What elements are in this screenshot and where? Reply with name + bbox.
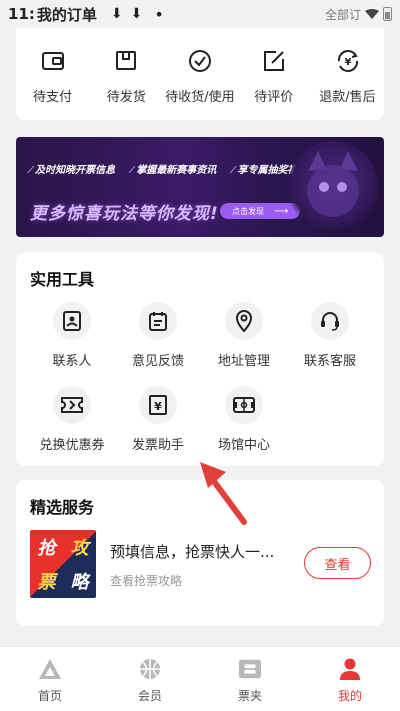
- tab-label: 票夹: [237, 689, 262, 703]
- tool-address[interactable]: 地址管理: [198, 302, 290, 369]
- tool-label: 联系人: [52, 354, 92, 369]
- poster-char: 攻: [70, 538, 89, 559]
- venue-icon: [225, 386, 263, 424]
- download-icon: ⬇⬇: [110, 6, 151, 22]
- feedback-icon: [139, 302, 177, 340]
- tool-redeem-coupon[interactable]: 兑换优惠券: [26, 386, 118, 453]
- tab-label: 我的: [337, 689, 362, 703]
- services-section-title: 精选服务: [30, 498, 95, 517]
- banner-tag: 及时知晓开票信息: [30, 161, 115, 176]
- coupon-icon: [53, 386, 91, 424]
- order-pending-review[interactable]: 待评价: [237, 48, 310, 120]
- order-label: 待收货/使用: [165, 90, 235, 105]
- tab-label: 首页: [37, 689, 62, 703]
- mascot-illustration: [288, 141, 378, 233]
- status-time: 11:: [8, 5, 35, 23]
- tool-label: 发票助手: [131, 438, 184, 453]
- person-icon: [338, 657, 362, 681]
- svg-text:¥: ¥: [154, 400, 162, 413]
- tool-customer-service[interactable]: 联系客服: [284, 302, 376, 369]
- tool-feedback[interactable]: 意见反馈: [112, 302, 204, 369]
- order-pending-receipt[interactable]: 待收货/使用: [164, 48, 237, 120]
- tool-label: 联系客服: [303, 354, 356, 369]
- banner-tags: 及时知晓开票信息 掌握最新赛事资讯 享专属抽奖福利: [30, 161, 307, 176]
- status-carrier: 全部订: [324, 7, 361, 22]
- arrow-right-icon: ⟶: [274, 205, 289, 217]
- order-label: 待评价: [254, 90, 294, 105]
- home-logo-icon: [38, 657, 62, 681]
- headset-icon: [311, 302, 349, 340]
- tool-label: 意见反馈: [131, 354, 184, 369]
- tab-ticket-wallet[interactable]: 票夹: [200, 647, 300, 711]
- contact-card-icon: [53, 302, 91, 340]
- order-label: 待支付: [32, 90, 72, 105]
- notification-dot: •: [154, 4, 164, 24]
- battery-icon: [383, 7, 392, 21]
- ticket-guide-poster[interactable]: 抢 攻 票 略: [30, 530, 96, 598]
- location-pin-icon: [225, 302, 263, 340]
- poster-char: 抢: [37, 538, 56, 559]
- page-title: 我的订单: [36, 5, 97, 24]
- tool-label: 地址管理: [217, 354, 270, 369]
- ticket-wallet-icon: [238, 657, 262, 681]
- banner-tag: 掌握最新赛事资讯: [131, 161, 216, 176]
- poster-char: 票: [37, 572, 56, 593]
- order-pending-payment[interactable]: 待支付: [16, 48, 89, 120]
- invoice-icon: ¥: [139, 386, 177, 424]
- order-refund[interactable]: ¥ 退款/售后: [311, 48, 384, 120]
- edit-icon: [261, 48, 287, 74]
- poster-char: 略: [70, 572, 89, 593]
- tool-invoice-assistant[interactable]: ¥ 发票助手: [112, 386, 204, 453]
- tab-label: 会员: [137, 689, 162, 703]
- wallet-icon: [40, 48, 66, 74]
- tool-label: 兑换优惠券: [39, 438, 105, 453]
- tool-label: 场馆中心: [217, 438, 270, 453]
- status-right: 全部订: [325, 6, 392, 23]
- promo-banner[interactable]: 及时知晓开票信息 掌握最新赛事资讯 享专属抽奖福利 更多惊喜玩法等你发现! 点击…: [16, 137, 384, 237]
- tool-venue-center[interactable]: 场馆中心: [198, 386, 290, 453]
- bottom-tab-bar: 首页 会员 票夹 我的: [0, 646, 400, 711]
- order-label: 退款/售后: [319, 90, 376, 105]
- tab-mine[interactable]: 我的: [300, 647, 400, 711]
- service-title: 预填信息，抢票快人一...: [110, 543, 275, 561]
- tool-contacts[interactable]: 联系人: [26, 302, 118, 369]
- tools-section-title: 实用工具: [30, 270, 95, 289]
- tools-card: 实用工具 联系人 意见反馈 地址管理 联系客服 兑换优惠券 ¥ 发票助手 场馆中…: [16, 252, 384, 466]
- order-status-card: 待支付 待发货 待收货/使用 待评价 ¥ 退款/售后: [16, 28, 384, 120]
- wifi-icon: [365, 9, 379, 19]
- package-icon: [113, 48, 139, 74]
- view-button[interactable]: 查看: [304, 547, 371, 579]
- refund-icon: ¥: [335, 48, 361, 74]
- tab-home[interactable]: 首页: [0, 647, 100, 711]
- status-bar: 11: 我的订单 ⬇⬇ • 全部订: [0, 0, 400, 28]
- order-pending-shipment[interactable]: 待发货: [90, 48, 163, 120]
- services-card: 精选服务 抢 攻 票 略 预填信息，抢票快人一... 查看抢票攻略 查看: [16, 480, 384, 626]
- banner-cta-label: 点击发现: [232, 206, 264, 216]
- tab-membership[interactable]: 会员: [100, 647, 200, 711]
- service-subtitle: 查看抢票攻略: [110, 574, 183, 588]
- order-label: 待发货: [106, 90, 146, 105]
- check-circle-icon: [187, 48, 213, 74]
- svg-text:¥: ¥: [344, 57, 351, 68]
- banner-headline: 更多惊喜玩法等你发现!: [30, 204, 219, 224]
- basketball-icon: [138, 657, 162, 681]
